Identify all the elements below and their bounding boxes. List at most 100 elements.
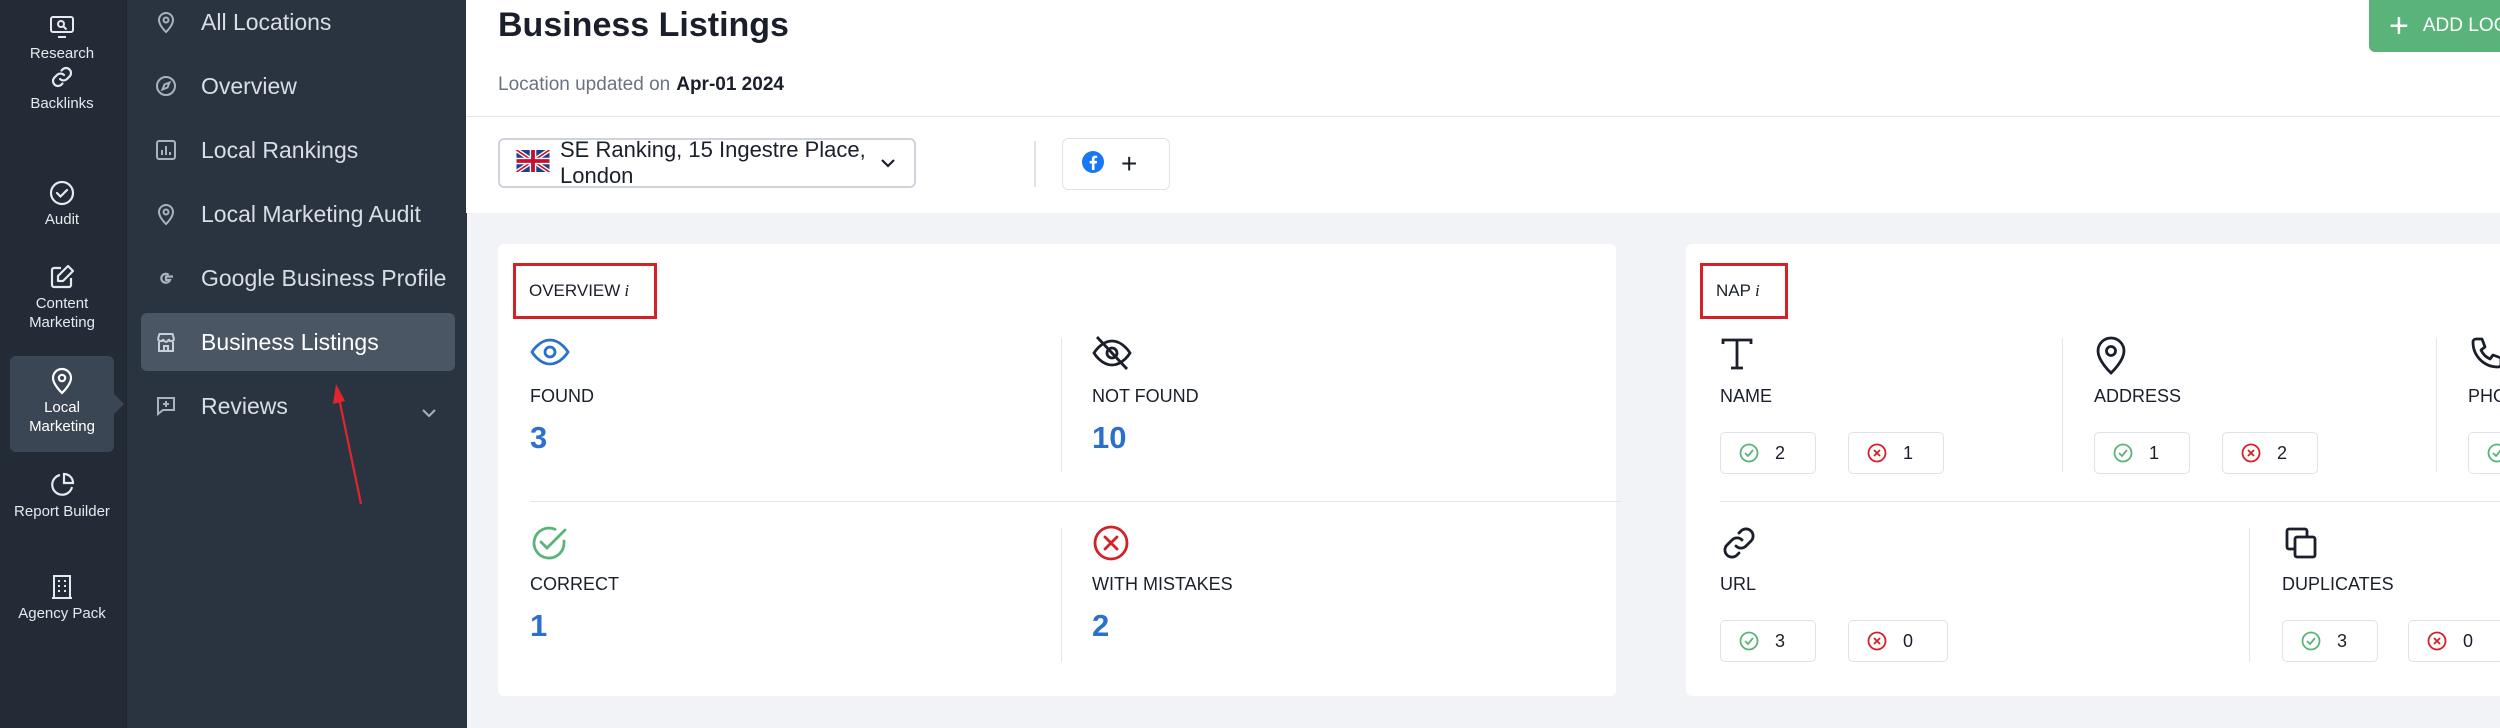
rail-item-label: Local Marketing <box>29 399 95 435</box>
divider <box>2436 338 2437 472</box>
divider <box>530 501 1622 502</box>
rail-item-local-marketing[interactable]: Local Marketing <box>10 356 124 452</box>
subnav-item-label: Overview <box>201 72 297 99</box>
plus-icon: + <box>1121 148 1138 179</box>
link-icon <box>1720 524 1758 567</box>
check-circle-icon <box>1739 631 1759 651</box>
pill-count: 2 <box>1775 442 1786 463</box>
pill-count: 2 <box>2277 442 2288 463</box>
bar-chart-icon <box>153 137 179 163</box>
chevron-down-icon[interactable] <box>421 397 437 424</box>
subnav-item-local-rankings[interactable]: Local Rankings <box>141 121 455 179</box>
updated-label: Location updated on <box>498 74 671 95</box>
nap-name-label: NAME <box>1720 386 1773 406</box>
rail-item-label: Report Builder <box>14 503 110 520</box>
nap-name-correct-pill[interactable]: 2 <box>1720 432 1816 474</box>
location-pin-icon <box>45 364 79 398</box>
toolbar-divider <box>1034 141 1036 187</box>
subnav-item-google-business-profile[interactable]: Google Business Profile <box>141 249 455 307</box>
info-icon[interactable]: i <box>1755 281 1760 301</box>
rail-item-label: Audit <box>44 211 80 228</box>
add-location-label: ADD LOCATION <box>2422 15 2500 36</box>
nap-phone-correct-pill[interactable] <box>2468 432 2500 474</box>
info-icon[interactable]: i <box>624 281 629 301</box>
phone-icon <box>2468 336 2500 379</box>
add-location-button[interactable]: + ADD LOCATION <box>2369 0 2500 52</box>
page-title: Business Listings <box>498 6 789 44</box>
nap-address-correct-pill[interactable]: 1 <box>2094 432 2190 474</box>
found-label: FOUND <box>530 386 594 406</box>
eye-icon <box>530 336 570 373</box>
check-circle-icon <box>2487 443 2500 463</box>
icon-rail: Research Backlinks Audit Content Marketi… <box>0 0 126 728</box>
copy-icon <box>2282 524 2320 567</box>
check-circle-icon <box>530 524 568 567</box>
compass-icon <box>153 73 179 99</box>
subnav-item-label: Business Listings <box>201 328 379 355</box>
page-header: Business Listings Location updated on Apr… <box>466 0 2500 117</box>
correct-value[interactable]: 1 <box>530 608 547 644</box>
card-title-text: OVERVIEW <box>529 281 621 300</box>
found-value[interactable]: 3 <box>530 420 547 456</box>
rail-item-backlinks[interactable]: Backlinks <box>10 56 114 156</box>
divider <box>1061 338 1062 472</box>
social-profiles-button[interactable]: + <box>1062 138 1170 190</box>
pill-count: 1 <box>2149 442 2160 463</box>
location-pin-icon <box>153 201 179 227</box>
x-circle-icon <box>1867 631 1887 651</box>
x-circle-icon <box>1092 524 1130 567</box>
subnav-item-reviews[interactable]: Reviews <box>141 377 455 435</box>
subnav-item-local-marketing-audit[interactable]: Local Marketing Audit <box>141 185 455 243</box>
nap-address-label: ADDRESS <box>2094 386 2182 406</box>
overview-card-title: OVERVIEW i <box>513 263 657 319</box>
updated-date: Apr-01 2024 <box>676 74 784 95</box>
nap-url-label: URL <box>1720 574 1757 594</box>
local-marketing-subnav: All Locations Overview Local Rankings Lo… <box>126 0 467 728</box>
location-pin-icon <box>153 9 179 35</box>
rail-item-content-marketing[interactable]: Content Marketing <box>10 260 114 344</box>
check-circle-icon <box>45 176 79 210</box>
nap-card-title: NAP i <box>1700 263 1788 319</box>
rail-item-audit[interactable]: Audit <box>10 176 114 240</box>
pill-count: 3 <box>2337 630 2348 651</box>
annotation-arrow <box>333 384 363 505</box>
pie-chart-icon <box>45 468 79 502</box>
nap-duplicates-correct-pill[interactable]: 3 <box>2282 620 2378 662</box>
nap-name-error-pill[interactable]: 1 <box>1848 432 1944 474</box>
monitor-search-icon <box>45 10 79 44</box>
eye-off-icon <box>1092 334 1132 377</box>
main-content: Business Listings Location updated on Apr… <box>466 0 2500 728</box>
building-icon <box>45 570 79 604</box>
google-icon <box>153 265 179 291</box>
divider <box>1061 528 1062 662</box>
subnav-item-label: All Locations <box>201 8 332 35</box>
rail-item-label: Content Marketing <box>29 295 95 331</box>
check-circle-icon <box>2113 443 2133 463</box>
pill-count: 3 <box>1775 630 1786 651</box>
rail-item-label: Agency Pack <box>18 605 106 622</box>
nap-duplicates-error-pill[interactable]: 0 <box>2408 620 2500 662</box>
with-mistakes-value[interactable]: 2 <box>1092 608 1109 644</box>
pill-count: 0 <box>1903 630 1914 651</box>
nap-card: NAP i NAME 2 1 ADDRESS 1 2 PH URL 3 0 DU… <box>1686 244 2500 696</box>
pill-count: 1 <box>1903 442 1914 463</box>
check-circle-icon <box>2301 631 2321 651</box>
uk-flag-icon <box>515 147 551 177</box>
text-icon <box>1720 336 1754 377</box>
divider <box>2249 528 2250 662</box>
nap-url-correct-pill[interactable]: 3 <box>1720 620 1816 662</box>
chevron-down-icon <box>880 155 896 173</box>
nap-url-error-pill[interactable]: 0 <box>1848 620 1948 662</box>
rail-item-report-builder[interactable]: Report Builder <box>10 468 114 552</box>
location-select[interactable]: SE Ranking, 15 Ingestre Place, London <box>498 137 916 188</box>
subnav-item-overview[interactable]: Overview <box>141 57 455 115</box>
rail-item-agency-pack[interactable]: Agency Pack <box>10 570 114 654</box>
divider <box>2062 338 2063 472</box>
not-found-value[interactable]: 10 <box>1092 420 1126 456</box>
plus-icon: + <box>2389 7 2409 45</box>
subnav-item-business-listings[interactable]: Business Listings <box>141 313 455 371</box>
nap-address-error-pill[interactable]: 2 <box>2222 432 2318 474</box>
edit-icon <box>45 260 79 294</box>
with-mistakes-label: WITH MISTAKES <box>1092 574 1233 594</box>
subnav-item-all-locations[interactable]: All Locations <box>141 0 455 51</box>
